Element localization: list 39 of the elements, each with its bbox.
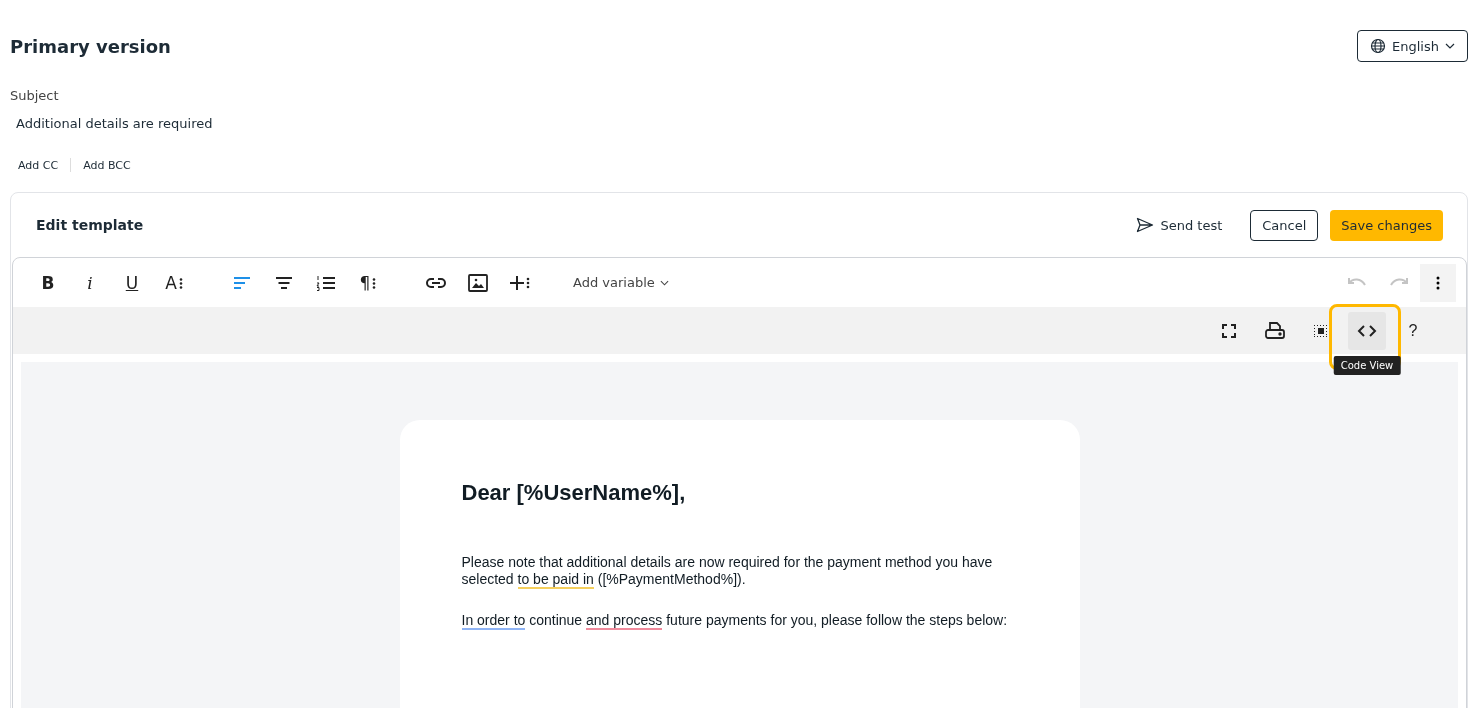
paragraph-button[interactable]: ¶ bbox=[347, 264, 389, 301]
letter-paragraph: Please note that additional details are now required for the payment method you have selected to be paid in ([%PaymentMethod%]). bbox=[461, 554, 994, 588]
add-variable-dropdown[interactable]: Add variable bbox=[567, 274, 675, 291]
bold-button[interactable]: B bbox=[27, 264, 69, 301]
add-recipient-link[interactable]: Add BCC bbox=[83, 158, 131, 172]
vertical-dots-icon bbox=[1436, 275, 1440, 290]
code-button[interactable] bbox=[1348, 311, 1386, 350]
tooltip: Code View bbox=[1333, 355, 1401, 375]
printer-icon bbox=[1265, 321, 1285, 340]
editor-title: Edit template bbox=[36, 217, 145, 233]
code-icon bbox=[1357, 324, 1377, 337]
align-left-icon bbox=[233, 275, 251, 290]
send-test-button[interactable]: Send test bbox=[1130, 216, 1229, 234]
chevron-down-icon bbox=[1445, 43, 1455, 49]
page-title: Primary version bbox=[10, 35, 171, 57]
add-recipient-link[interactable]: Add CC bbox=[18, 158, 59, 172]
dots-icon bbox=[372, 276, 377, 289]
letter-paragraph: In order to continue and process future payments for you, please follow the steps below: bbox=[461, 612, 1009, 629]
send-icon bbox=[1136, 217, 1155, 233]
align-center-icon bbox=[275, 275, 293, 290]
image-icon bbox=[468, 273, 488, 292]
globe-icon bbox=[1370, 38, 1387, 54]
subject-field[interactable]: Additional details are required bbox=[16, 116, 1468, 131]
numbered-list-icon bbox=[316, 274, 336, 291]
subject-label: Subject bbox=[10, 88, 60, 103]
cancel-button[interactable]: Cancel bbox=[1250, 209, 1319, 241]
italic-button[interactable]: i bbox=[69, 264, 111, 301]
dots-icon bbox=[178, 276, 183, 289]
help-button[interactable]: ? bbox=[1394, 311, 1432, 350]
link-icon bbox=[425, 276, 447, 289]
chevron-down-icon bbox=[659, 279, 669, 286]
language-dropdown[interactable]: English bbox=[1357, 30, 1468, 62]
letter-heading: Dear [%UserName%], bbox=[461, 480, 687, 506]
select-all-icon bbox=[1313, 323, 1329, 338]
fullscreen-icon bbox=[1222, 323, 1236, 338]
save-button[interactable]: Save changes bbox=[1330, 209, 1443, 241]
font-size-button[interactable]: A bbox=[153, 264, 195, 301]
underline-button[interactable]: U bbox=[111, 264, 153, 301]
plus-icon bbox=[509, 274, 531, 291]
